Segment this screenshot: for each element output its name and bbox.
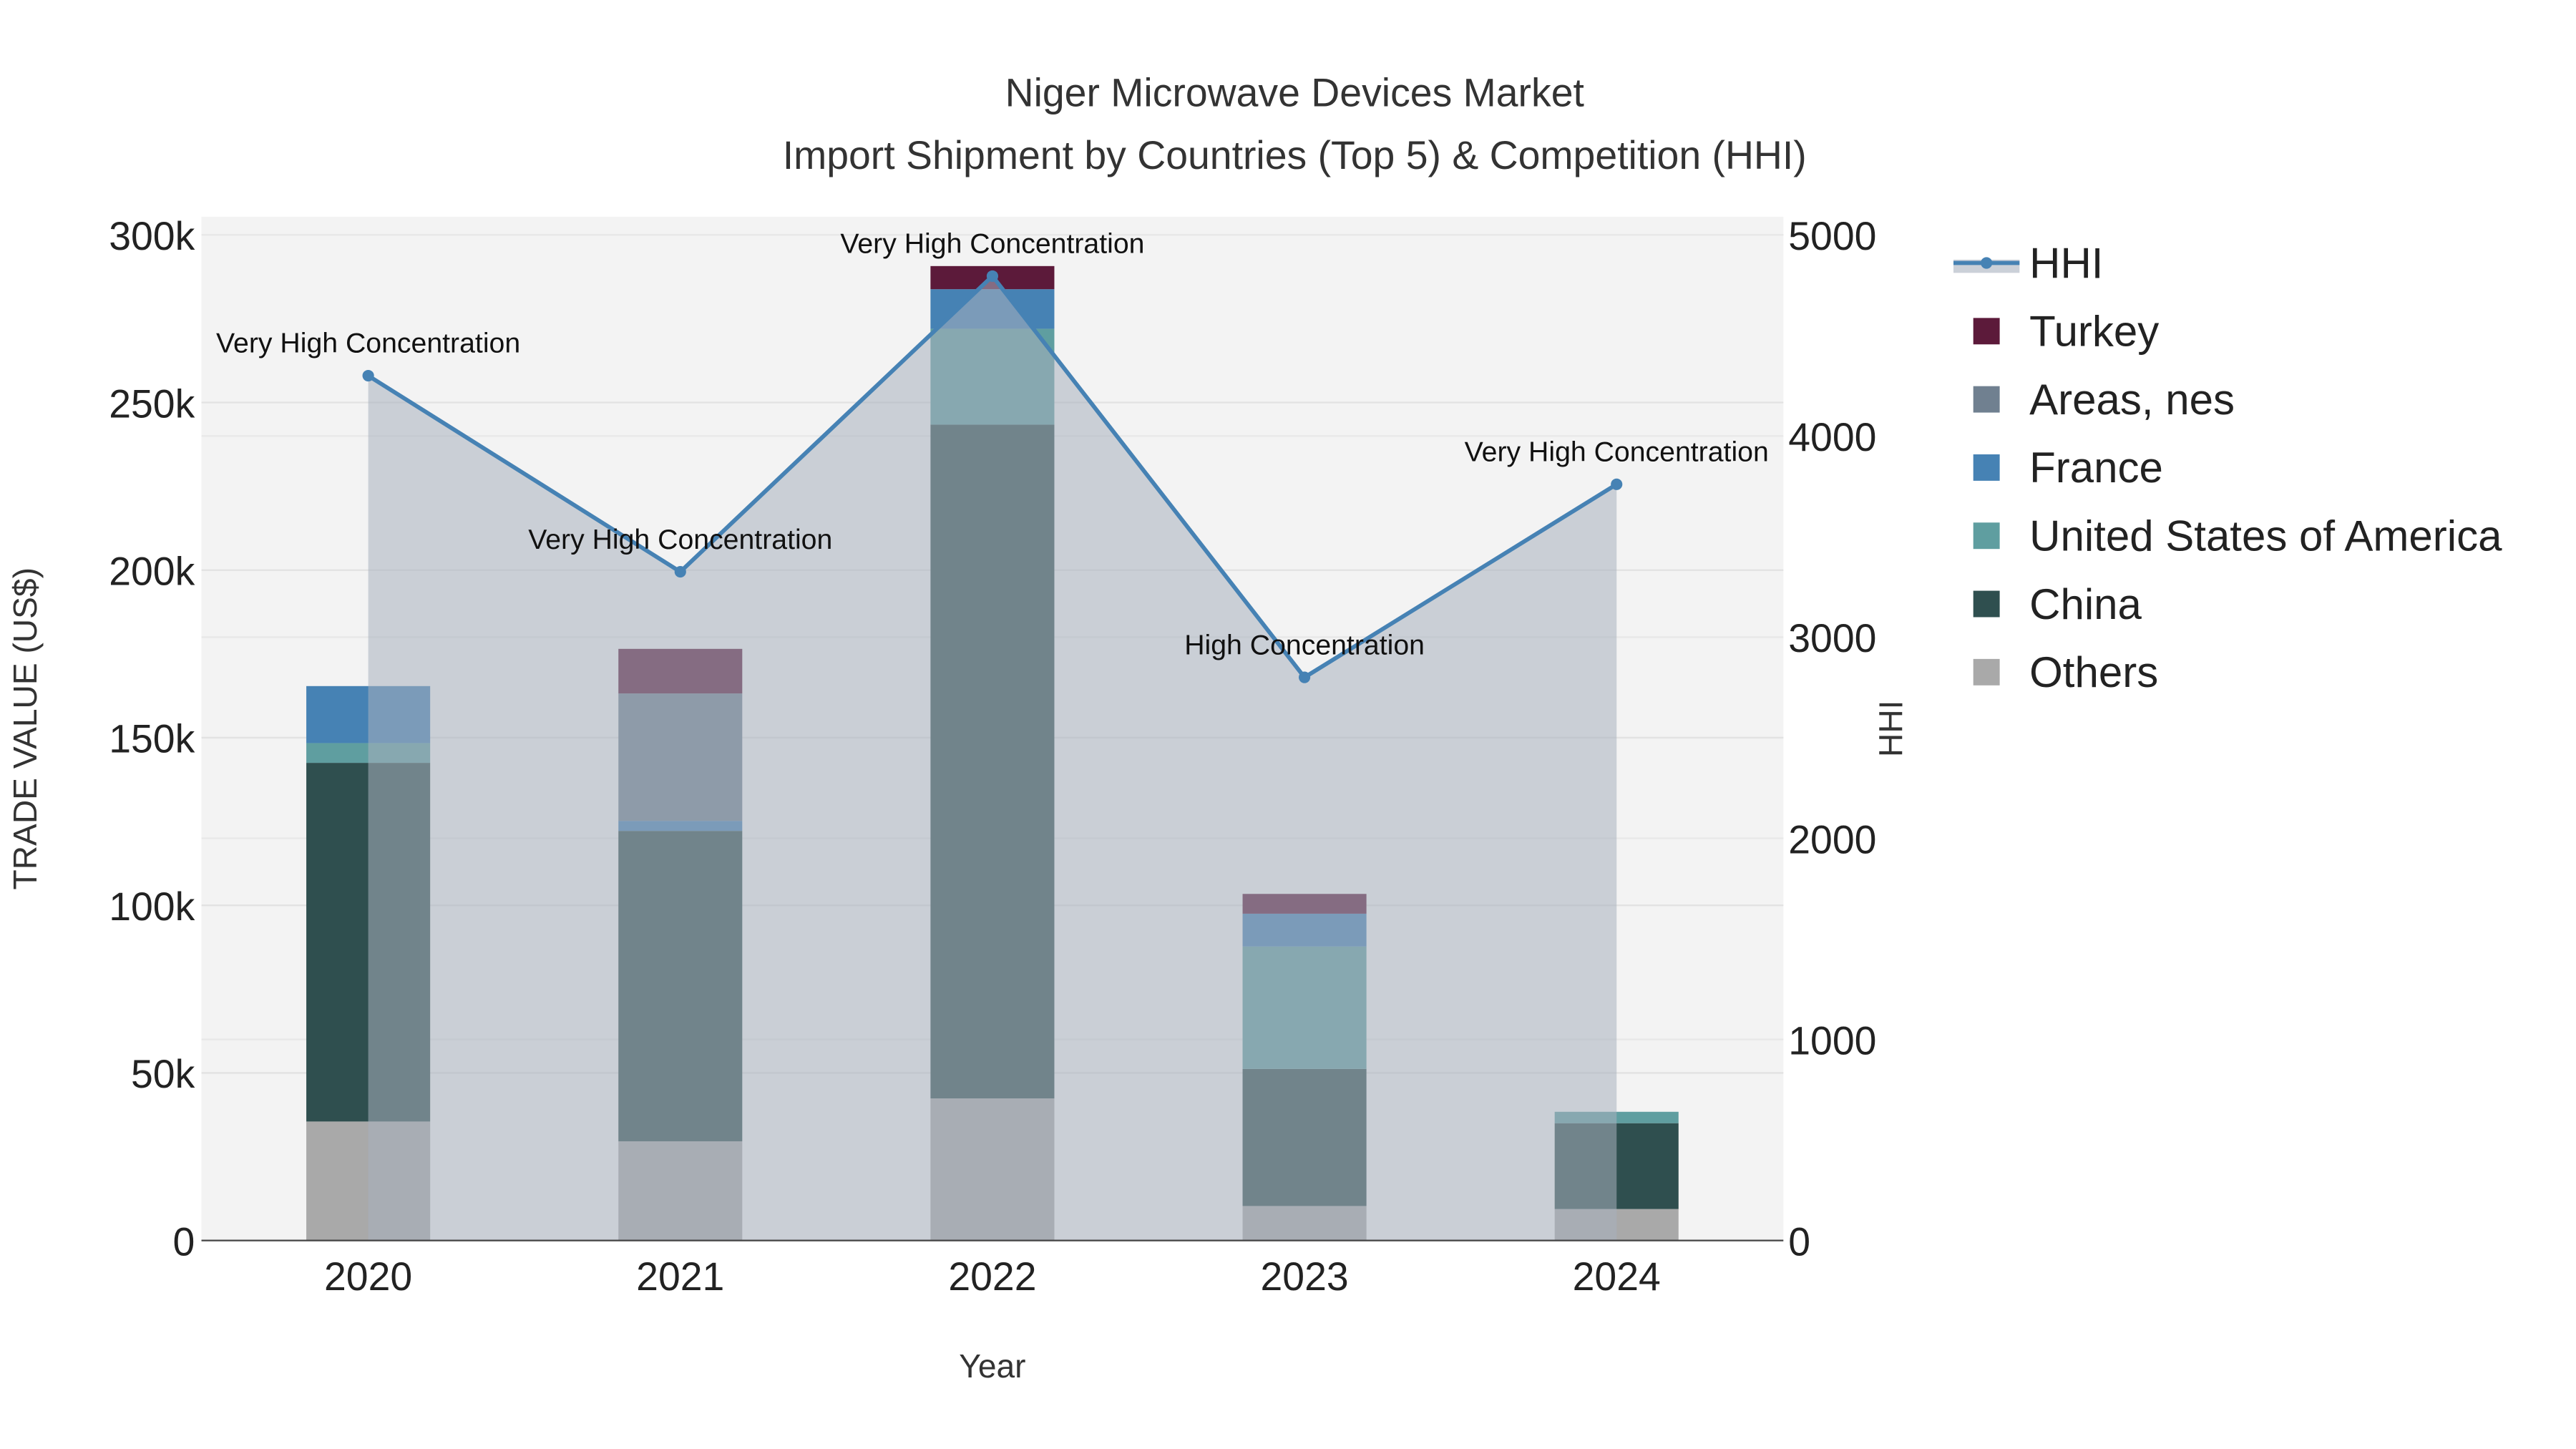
x-tick-label: 2020 (324, 1254, 412, 1299)
legend-swatch (1973, 454, 2000, 481)
hhi-point (362, 369, 374, 382)
x-tick-label: 2023 (1260, 1254, 1348, 1299)
y-tick-label: 50k (131, 1052, 195, 1096)
y-tick-label: 250k (109, 381, 195, 426)
legend-item-france[interactable]: France (1973, 444, 2163, 492)
y2-tick-label: 1000 (1788, 1018, 1876, 1063)
y-tick-label: 100k (109, 884, 195, 929)
y2-tick-label: 0 (1788, 1219, 1810, 1264)
legend-label: HHI (2029, 239, 2103, 287)
hhi-point (674, 565, 686, 578)
legend-hhi-marker (1981, 257, 1993, 269)
hhi-point (1299, 671, 1311, 683)
y2-tick-label: 5000 (1788, 214, 1876, 258)
legend-item-areas-nes[interactable]: Areas, nes (1973, 376, 2235, 424)
hhi-annotation: High Concentration (1184, 629, 1425, 660)
y-tick-label: 150k (109, 717, 195, 761)
y-tick-label: 200k (109, 550, 195, 594)
x-tick-label: 2022 (948, 1254, 1036, 1299)
chart-subtitle: Import Shipment by Countries (Top 5) & C… (783, 133, 1807, 177)
legend-swatch (1973, 522, 2000, 550)
y2-tick-label: 4000 (1788, 415, 1876, 459)
y2-tick-label: 2000 (1788, 817, 1876, 862)
y2-tick-label: 3000 (1788, 616, 1876, 660)
legend-swatch (1973, 590, 2000, 618)
legend-item-others[interactable]: Others (1973, 648, 2159, 696)
legend-label: France (2029, 444, 2163, 492)
legend-item-china[interactable]: China (1973, 580, 2142, 628)
x-tick-label: 2024 (1573, 1254, 1661, 1299)
hhi-point (986, 270, 998, 282)
hhi-point (1611, 478, 1623, 490)
y-axis-label: TRADE VALUE (US$) (6, 567, 44, 889)
hhi-annotation: Very High Concentration (840, 228, 1144, 260)
y2-axis-label: HHI (1872, 701, 1909, 757)
legend-swatch (1973, 386, 2000, 413)
hhi-annotation: Very High Concentration (216, 328, 520, 359)
legend-item-turkey[interactable]: Turkey (1973, 308, 2160, 356)
hhi-annotation: Very High Concentration (1465, 436, 1769, 467)
legend-swatch (1973, 658, 2000, 686)
chart-title: Niger Microwave Devices Market (1005, 70, 1584, 114)
legend-label: China (2029, 580, 2142, 628)
y-tick-label: 0 (172, 1219, 195, 1264)
legend-label: Areas, nes (2029, 376, 2235, 424)
legend-label: Others (2029, 648, 2158, 696)
legend-label: Turkey (2029, 308, 2159, 356)
legend-label: United States of America (2029, 512, 2502, 560)
x-axis-label: Year (959, 1347, 1025, 1385)
legend-swatch (1973, 318, 2000, 345)
legend-item-hhi[interactable]: HHI (1953, 239, 2103, 287)
legend-item-united-states-of-america[interactable]: United States of America (1973, 512, 2502, 560)
chart: Very High Concentration Very High Concent… (6, 70, 2502, 1385)
hhi-annotation: Very High Concentration (528, 524, 832, 555)
y-tick-label: 300k (109, 214, 195, 258)
x-tick-label: 2021 (636, 1254, 724, 1299)
